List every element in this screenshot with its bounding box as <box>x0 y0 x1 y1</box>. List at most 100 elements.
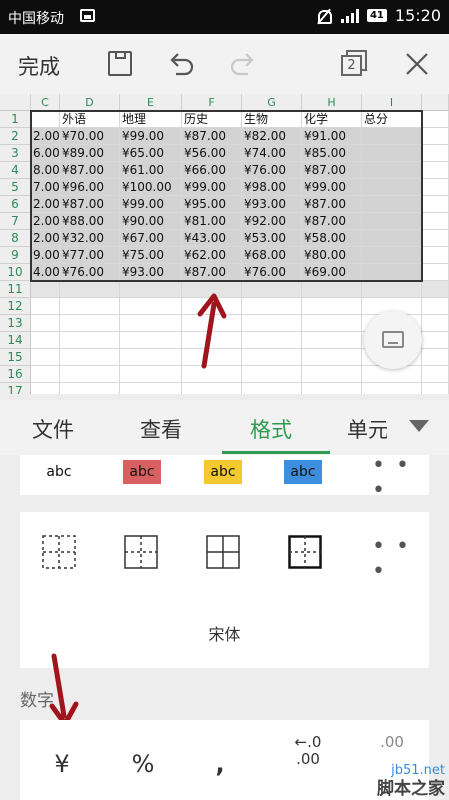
redo-icon[interactable] <box>228 49 258 79</box>
column-header[interactable]: I <box>362 94 422 111</box>
row-header[interactable]: 4 <box>0 162 31 179</box>
table-cell[interactable]: ¥98.00 <box>242 179 302 196</box>
table-cell[interactable]: ¥65.00 <box>120 145 182 162</box>
border-none-icon[interactable] <box>42 535 76 569</box>
table-cell[interactable]: ¥68.00 <box>242 247 302 264</box>
table-cell[interactable]: ¥32.00 <box>60 230 120 247</box>
row-header[interactable]: 11 <box>0 281 31 298</box>
table-cell[interactable]: ¥56.00 <box>182 145 242 162</box>
table-cell[interactable] <box>120 383 182 394</box>
table-cell[interactable]: ¥81.00 <box>182 213 242 230</box>
table-cell[interactable]: 地理 <box>120 111 182 128</box>
table-cell[interactable]: ¥90.00 <box>120 213 182 230</box>
column-header[interactable]: H <box>302 94 362 111</box>
table-cell[interactable] <box>60 298 120 315</box>
table-cell[interactable] <box>242 315 302 332</box>
table-cell[interactable]: 历史 <box>182 111 242 128</box>
row-header[interactable]: 16 <box>0 366 31 383</box>
table-cell[interactable] <box>60 315 120 332</box>
row-header[interactable]: 10 <box>0 264 31 281</box>
table-cell[interactable]: ¥87.00 <box>60 196 120 213</box>
table-cell[interactable] <box>31 349 60 366</box>
column-header[interactable]: G <box>242 94 302 111</box>
table-cell[interactable]: ¥61.00 <box>120 162 182 179</box>
table-cell[interactable]: 2.00 <box>31 128 60 145</box>
table-cell[interactable]: ¥76.00 <box>60 264 120 281</box>
border-all-icon[interactable] <box>206 535 240 569</box>
table-cell[interactable]: ¥74.00 <box>242 145 302 162</box>
table-cell[interactable]: 2.00 <box>31 230 60 247</box>
table-cell[interactable]: ¥100.00 <box>120 179 182 196</box>
column-header[interactable] <box>422 94 449 111</box>
table-cell[interactable] <box>422 332 449 349</box>
table-cell[interactable] <box>60 349 120 366</box>
row-header[interactable]: 3 <box>0 145 31 162</box>
table-cell[interactable]: ¥76.00 <box>242 162 302 179</box>
table-cell[interactable] <box>362 230 422 247</box>
table-cell[interactable] <box>422 111 449 128</box>
table-cell[interactable] <box>242 298 302 315</box>
table-cell[interactable] <box>362 162 422 179</box>
text-style-yellow[interactable]: abc <box>204 460 242 484</box>
table-cell[interactable] <box>60 366 120 383</box>
table-cell[interactable] <box>120 315 182 332</box>
row-header[interactable]: 14 <box>0 332 31 349</box>
row-header[interactable]: 15 <box>0 349 31 366</box>
table-cell[interactable]: ¥88.00 <box>60 213 120 230</box>
text-style-plain[interactable]: abc <box>40 460 78 484</box>
table-cell[interactable]: 总分 <box>362 111 422 128</box>
table-cell[interactable]: ¥87.00 <box>302 213 362 230</box>
table-cell[interactable] <box>242 349 302 366</box>
table-cell[interactable] <box>120 281 182 298</box>
table-cell[interactable] <box>422 213 449 230</box>
row-header[interactable]: 9 <box>0 247 31 264</box>
table-cell[interactable]: 生物 <box>242 111 302 128</box>
table-cell[interactable] <box>60 281 120 298</box>
chevron-down-icon[interactable] <box>409 420 429 432</box>
table-cell[interactable]: ¥89.00 <box>60 145 120 162</box>
table-cell[interactable]: ¥96.00 <box>60 179 120 196</box>
keyboard-button[interactable] <box>364 311 422 369</box>
table-cell[interactable] <box>120 298 182 315</box>
table-cell[interactable] <box>31 366 60 383</box>
table-cell[interactable] <box>60 332 120 349</box>
table-cell[interactable] <box>302 281 362 298</box>
text-style-blue[interactable]: abc <box>284 460 322 484</box>
table-cell[interactable] <box>120 332 182 349</box>
table-cell[interactable] <box>120 366 182 383</box>
thousands-format-button[interactable]: , <box>210 750 230 778</box>
table-cell[interactable] <box>422 128 449 145</box>
table-cell[interactable] <box>31 298 60 315</box>
table-cell[interactable]: ¥99.00 <box>302 179 362 196</box>
table-cell[interactable]: ¥67.00 <box>120 230 182 247</box>
table-cell[interactable] <box>242 332 302 349</box>
undo-icon[interactable] <box>166 49 196 79</box>
column-header[interactable]: D <box>60 94 120 111</box>
table-cell[interactable] <box>242 383 302 394</box>
table-cell[interactable]: 8.00 <box>31 162 60 179</box>
row-header[interactable]: 2 <box>0 128 31 145</box>
table-cell[interactable]: ¥85.00 <box>302 145 362 162</box>
table-cell[interactable] <box>242 366 302 383</box>
row-header[interactable]: 12 <box>0 298 31 315</box>
table-cell[interactable] <box>422 247 449 264</box>
tab-cell[interactable]: 单元 <box>347 414 387 444</box>
table-cell[interactable]: ¥93.00 <box>120 264 182 281</box>
table-cell[interactable] <box>182 383 242 394</box>
sheet-switcher-icon[interactable]: 2 <box>340 49 370 79</box>
table-cell[interactable]: ¥53.00 <box>242 230 302 247</box>
more-text-styles-icon[interactable]: • • • <box>372 453 429 503</box>
table-cell[interactable] <box>120 349 182 366</box>
table-cell[interactable]: ¥99.00 <box>120 196 182 213</box>
tab-view[interactable]: 查看 <box>140 414 182 444</box>
table-cell[interactable]: ¥91.00 <box>302 128 362 145</box>
column-header[interactable]: C <box>31 94 60 111</box>
table-cell[interactable]: ¥76.00 <box>242 264 302 281</box>
table-cell[interactable] <box>31 383 60 394</box>
table-cell[interactable]: ¥80.00 <box>302 247 362 264</box>
table-cell[interactable] <box>362 281 422 298</box>
row-header[interactable]: 17 <box>0 383 31 394</box>
table-cell[interactable] <box>31 315 60 332</box>
table-cell[interactable]: ¥82.00 <box>242 128 302 145</box>
table-cell[interactable] <box>422 145 449 162</box>
